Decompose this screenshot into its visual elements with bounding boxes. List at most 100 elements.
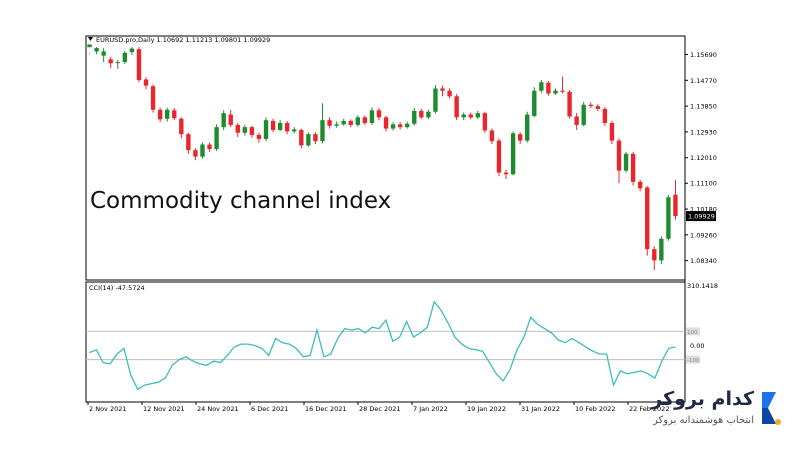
candle-body (652, 249, 657, 261)
chart-canvas: 1.15690 1.14770 1.13850 1.12930 1.12010 1.111… (85, 35, 718, 413)
candles-layer (87, 44, 678, 271)
candle-body (630, 153, 636, 182)
candle-body (179, 118, 184, 135)
candle-body (355, 117, 360, 125)
candle-body (461, 114, 466, 118)
candle-body (306, 134, 311, 146)
candle-body (673, 194, 678, 217)
candle-body (397, 124, 403, 128)
chart-menu-triangle-icon[interactable] (88, 37, 93, 41)
cci-level-label: 100 (687, 330, 698, 336)
candle-body (369, 110, 375, 123)
candle-body (433, 88, 438, 112)
candle-body (447, 90, 452, 97)
cci-max-label: 310.1418 (687, 282, 718, 290)
price-tick-label: 1.14770 (690, 77, 717, 85)
candle-body (426, 111, 431, 118)
candle-body (157, 109, 163, 120)
candle-body (341, 120, 346, 125)
candle-body (588, 104, 593, 107)
candle-body (560, 90, 565, 92)
candle-body (553, 90, 558, 94)
time-tick-label: 31 Jan 2022 (521, 405, 560, 413)
candle-body (581, 104, 586, 125)
time-tick-label: 24 Nov 2021 (197, 405, 239, 413)
candle-body (468, 114, 473, 118)
candle-body (228, 114, 233, 125)
candle-body (320, 120, 325, 142)
price-tick-label: 1.12010 (690, 154, 717, 162)
candle-body (525, 114, 530, 141)
time-tick-label: 6 Dec 2021 (251, 405, 288, 413)
candle-body (574, 116, 579, 125)
candle-body (200, 144, 205, 157)
time-tick-label: 7 Jan 2022 (413, 405, 448, 413)
candle-body (510, 133, 516, 175)
time-tick-label: 16 Dec 2021 (305, 405, 347, 413)
candle-body (221, 113, 226, 128)
candle-body (623, 153, 629, 171)
candle-body (376, 110, 382, 118)
price-chart-header: EURUSD.pro,Daily 1.10692 1.11213 1.09801… (96, 36, 270, 44)
candle-body (122, 52, 128, 63)
candle-body (299, 129, 304, 146)
price-tick-label: 1.09260 (690, 231, 717, 239)
candle-body (207, 144, 212, 150)
candle-body (313, 134, 318, 142)
price-tick-label: 1.13850 (690, 103, 717, 111)
brand-dot (775, 419, 781, 425)
candle-body (87, 44, 92, 48)
time-tick-label: 2 Nov 2021 (89, 405, 127, 413)
chart-title: Commodity channel index (90, 188, 391, 214)
chevron-logo-icon (762, 392, 781, 425)
candle-body (150, 86, 156, 110)
candle-body (546, 82, 551, 94)
candle-body (270, 120, 276, 130)
candle-body (454, 96, 459, 118)
candle-body (242, 127, 248, 133)
candle-body (616, 140, 622, 171)
brand-name: کدام بروکر (651, 388, 754, 410)
candle-body (256, 135, 262, 139)
candle-body (108, 59, 113, 64)
candle-body (659, 238, 664, 261)
candle-body (136, 49, 142, 81)
broker-brand-logo: کدام بروکر انتخاب هوشمندانه بروکر (646, 384, 784, 432)
price-tick-label: 1.12930 (690, 128, 717, 136)
candle-body (172, 110, 177, 119)
candle-body (285, 122, 290, 132)
candle-body (129, 48, 135, 52)
time-tick-label: 28 Dec 2021 (359, 405, 401, 413)
candle-body (645, 187, 650, 250)
candle-body (115, 62, 120, 64)
candle-body (405, 123, 410, 128)
candle-body (517, 134, 523, 141)
candle-body (383, 117, 389, 129)
candle-body (503, 172, 509, 175)
candle-body (489, 130, 495, 142)
candle-body (327, 120, 332, 126)
brand-tagline: انتخاب هوشمندانه بروکر (652, 415, 754, 426)
price-axis: 1.15690 1.14770 1.13850 1.12930 1.12010 1.111… (685, 51, 717, 265)
candle-body (602, 108, 608, 123)
candle-body (440, 88, 445, 91)
time-axis: 2 Nov 2021 12 Nov 2021 24 Nov 2021 6 Dec 20… (87, 402, 669, 413)
candle-body (334, 124, 339, 126)
price-tick-label: 1.15690 (690, 51, 717, 59)
cci-line (89, 300, 676, 391)
candle-body (348, 120, 353, 125)
candle-body (496, 140, 502, 173)
candle-body (412, 110, 417, 124)
price-tick-label: 1.11100 (690, 180, 717, 188)
candle-body (482, 113, 488, 131)
candle-body (292, 129, 297, 132)
candle-body (263, 120, 269, 139)
cci-zero-label: 0.00 (690, 342, 704, 350)
candle-body (362, 117, 368, 123)
candle-body (419, 110, 424, 118)
candle-body (539, 82, 544, 91)
candle-body (186, 134, 191, 151)
time-tick-label: 10 Feb 2022 (575, 405, 615, 413)
candle-body (475, 113, 480, 118)
main-chart-frame (85, 35, 686, 281)
